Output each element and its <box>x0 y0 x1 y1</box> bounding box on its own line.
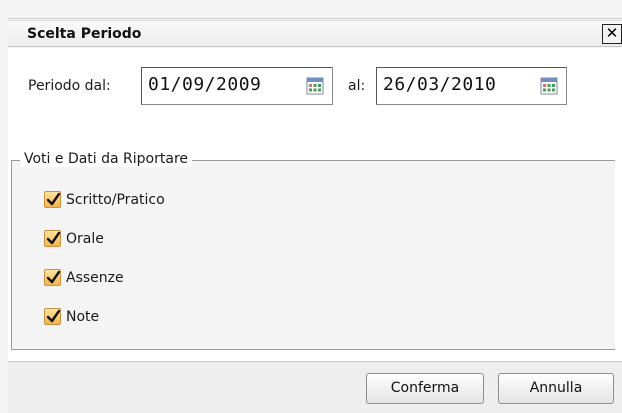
period-from-field[interactable]: 01/09/2009 <box>141 67 333 105</box>
period-from-value: 01/09/2009 <box>148 74 262 95</box>
scelta-periodo-dialog: Scelta Periodo ✕ Periodo dal: 01/09/2009… <box>0 0 622 413</box>
checkbox-scritto-pratico[interactable] <box>44 191 61 208</box>
report-options-fieldset: Voti e Dati da Riportare Scritto/Pratico… <box>11 151 615 350</box>
option-label: Orale <box>66 231 104 247</box>
calendar-icon[interactable] <box>306 77 324 95</box>
checkmark-icon <box>46 192 61 206</box>
dialog-footer: Conferma Annulla <box>8 361 622 413</box>
option-label: Scritto/Pratico <box>66 192 165 208</box>
checkmark-icon <box>46 270 61 284</box>
cancel-button[interactable]: Annulla <box>498 373 614 404</box>
option-label: Note <box>66 309 100 325</box>
dialog-title: Scelta Periodo <box>27 26 142 42</box>
period-to-label: al: <box>348 78 366 94</box>
calendar-icon[interactable] <box>540 77 558 95</box>
dialog-titlebar[interactable]: Scelta Periodo ✕ <box>8 20 622 47</box>
period-to-field[interactable]: 26/03/2010 <box>376 67 567 105</box>
checkmark-icon <box>46 231 61 245</box>
dialog-top-border <box>8 18 622 19</box>
checkbox-assenze[interactable] <box>44 269 61 286</box>
confirm-button[interactable]: Conferma <box>366 373 484 404</box>
close-icon: ✕ <box>605 24 619 42</box>
checkbox-note[interactable] <box>44 308 61 325</box>
period-from-label: Periodo dal: <box>28 78 111 94</box>
report-options-legend: Voti e Dati da Riportare <box>20 151 193 167</box>
checkbox-orale[interactable] <box>44 230 61 247</box>
period-to-value: 26/03/2010 <box>383 74 497 95</box>
close-button[interactable]: ✕ <box>602 24 622 44</box>
checkmark-icon <box>46 309 61 323</box>
option-label: Assenze <box>66 270 124 286</box>
